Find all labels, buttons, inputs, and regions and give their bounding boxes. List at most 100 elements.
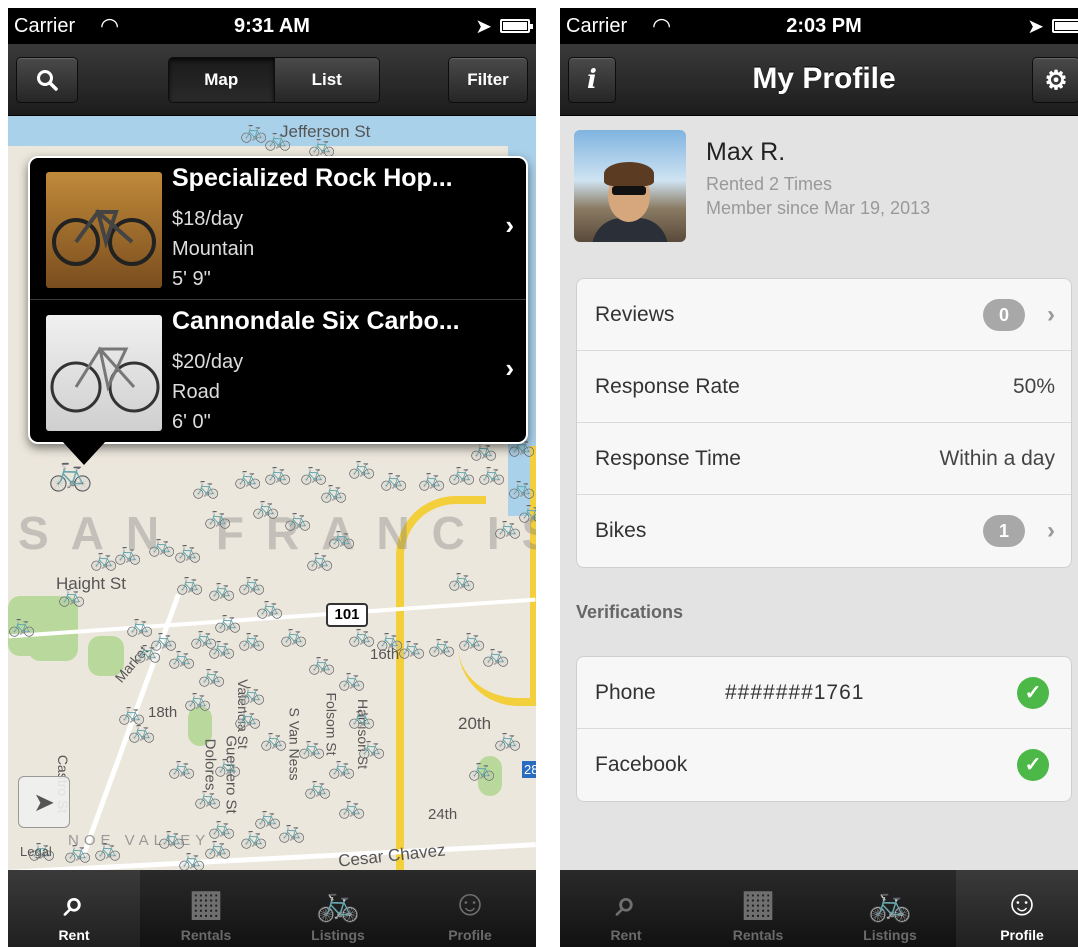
bike-pin[interactable]: 🚲 xyxy=(418,468,445,490)
settings-button[interactable]: ⚙ xyxy=(1032,57,1078,103)
bike-pin[interactable]: 🚲 xyxy=(252,496,279,518)
bike-pin[interactable]: 🚲 xyxy=(234,706,261,728)
filter-button[interactable]: Filter xyxy=(448,57,528,103)
bike-title: Specialized Rock Hop... xyxy=(172,164,453,192)
bike-pin[interactable]: 🚲 xyxy=(508,476,535,498)
bike-pin[interactable]: 🚲 xyxy=(380,468,407,490)
tab-profile[interactable]: ☺ Profile xyxy=(956,870,1078,947)
bike-pin[interactable]: 🚲 xyxy=(284,508,311,530)
response-time-row: Response Time Within a day xyxy=(577,423,1071,495)
bike-pin[interactable]: 🚲 xyxy=(448,462,475,484)
bike-pin[interactable]: 🚲 xyxy=(148,534,175,556)
bike-pin[interactable]: 🚲 xyxy=(428,634,455,656)
bike-pin[interactable]: 🚲 xyxy=(128,720,155,742)
bike-pin[interactable]: 🚲 xyxy=(64,840,91,862)
bike-pin[interactable]: 🚲 xyxy=(256,596,283,618)
bike-pin[interactable]: 🚲 xyxy=(478,462,505,484)
bike-pin[interactable]: 🚲 xyxy=(482,644,509,666)
bike-pin[interactable]: 🚲 xyxy=(178,848,205,870)
bike-pin[interactable]: 🚲 xyxy=(184,688,211,710)
bike-pin[interactable]: 🚲 xyxy=(338,796,365,818)
tab-profile[interactable]: ☺ Profile xyxy=(404,870,536,947)
bike-pin[interactable]: 🚲 xyxy=(204,506,231,528)
tab-map[interactable]: Map xyxy=(169,58,274,102)
tab-rent[interactable]: ⌕ Rent xyxy=(8,870,140,947)
bike-pin[interactable]: 🚲 xyxy=(168,756,195,778)
street-label-20th: 20th xyxy=(458,714,492,733)
bike-pin[interactable]: 🚲 xyxy=(448,568,475,590)
bike-pin[interactable]: 🚲 xyxy=(204,836,231,858)
bike-pin[interactable]: 🚲 xyxy=(158,826,185,848)
bike-pin[interactable]: 🚲 xyxy=(308,652,335,674)
bike-pin[interactable]: 🚲 xyxy=(494,516,521,538)
phone-label: Phone xyxy=(595,681,656,704)
search-button[interactable] xyxy=(16,57,78,103)
bike-pin[interactable]: 🚲 xyxy=(238,628,265,650)
bike-pin[interactable]: 🚲 xyxy=(348,456,375,478)
tab-listings[interactable]: 🚲 Listings xyxy=(272,870,404,947)
bike-pin[interactable]: 🚲 xyxy=(238,682,265,704)
map-legal-link[interactable]: Legal xyxy=(20,844,52,859)
bike-pin[interactable]: 🚲 xyxy=(194,786,221,808)
current-location-button[interactable]: ➤ xyxy=(18,776,70,828)
person-icon: ☺ xyxy=(451,882,489,923)
bike-pin[interactable]: 🚲 xyxy=(280,624,307,646)
map-view[interactable]: SAN FRANCISCO Jefferson St Haight St 101… xyxy=(8,116,536,870)
reviews-row[interactable]: Reviews 0 › xyxy=(577,279,1071,351)
bike-pin[interactable]: 🚲 xyxy=(176,572,203,594)
avatar xyxy=(574,130,686,242)
bike-pin[interactable]: 🚲 xyxy=(8,614,35,636)
tab-label: Rent xyxy=(610,927,642,943)
bike-pin[interactable]: 🚲 xyxy=(264,128,291,150)
response-time-value: Within a day xyxy=(939,447,1055,470)
callout-item[interactable]: Specialized Rock Hop... $18/day Mountain… xyxy=(30,158,526,300)
bike-pin[interactable]: 🚲 xyxy=(94,838,121,860)
bike-pin[interactable]: 🚲 xyxy=(168,646,195,668)
bike-pin[interactable]: 🚲 xyxy=(398,636,425,658)
tab-rentals[interactable]: ▦ Rentals xyxy=(692,870,824,947)
bikes-row[interactable]: Bikes 1 › xyxy=(577,495,1071,567)
bike-pin[interactable]: 🚲 xyxy=(264,462,291,484)
bike-pin[interactable]: 🚲 xyxy=(304,776,331,798)
bike-pin[interactable]: 🚲 xyxy=(214,754,241,776)
tab-rent[interactable]: ⌕ Rent xyxy=(560,870,692,947)
bike-pin[interactable]: 🚲 xyxy=(306,548,333,570)
callout-item[interactable]: Cannondale Six Carbo... $20/day Road 6' … xyxy=(30,301,526,443)
bike-pin[interactable]: 🚲 xyxy=(328,756,355,778)
bike-pin[interactable]: 🚲 xyxy=(468,758,495,780)
bike-pin[interactable]: 🚲 xyxy=(208,578,235,600)
bike-pin[interactable]: 🚲 xyxy=(260,728,287,750)
bike-pin[interactable]: 🚲 xyxy=(198,664,225,686)
facebook-label: Facebook xyxy=(595,753,688,776)
avatar-sunglasses xyxy=(612,186,646,195)
bike-pin[interactable]: 🚲 xyxy=(134,640,161,662)
tab-list[interactable]: List xyxy=(273,58,379,102)
bike-pin[interactable]: 🚲 xyxy=(240,826,267,848)
bike-pin[interactable]: 🚲 xyxy=(494,728,521,750)
page-title: My Profile xyxy=(752,62,896,95)
bike-pin[interactable]: 🚲 xyxy=(308,134,335,156)
bikes-label: Bikes xyxy=(595,519,647,542)
bike-size: 5' 9" xyxy=(172,268,211,290)
bike-pin[interactable]: 🚲 xyxy=(358,736,385,758)
bike-pin[interactable]: 🚲 xyxy=(298,736,325,758)
verifications-group: Phone #######1761 ✓ Facebook ✓ xyxy=(576,656,1072,802)
bike-pin[interactable]: 🚲 xyxy=(348,706,375,728)
bike-pin[interactable]: 🚲 xyxy=(114,542,141,564)
tab-rentals[interactable]: ▦ Rentals xyxy=(140,870,272,947)
bike-pin[interactable]: 🚲 xyxy=(338,668,365,690)
bike-pin[interactable]: 🚲 xyxy=(278,820,305,842)
bike-pin[interactable]: 🚲 xyxy=(238,572,265,594)
bike-pin[interactable]: 🚲 xyxy=(328,526,355,548)
bike-pin[interactable]: 🚲 xyxy=(208,636,235,658)
bike-pin[interactable]: 🚲 xyxy=(90,548,117,570)
bike-pin[interactable]: 🚲 xyxy=(192,476,219,498)
bike-pin[interactable]: 🚲 xyxy=(58,584,85,606)
bike-pin[interactable]: 🚲 xyxy=(348,624,375,646)
bike-pin[interactable]: 🚲 xyxy=(300,462,327,484)
bike-pin[interactable]: 🚲 xyxy=(234,466,261,488)
location-arrow-icon: ➤ xyxy=(475,16,492,38)
bike-pin[interactable]: 🚲 xyxy=(174,540,201,562)
tab-listings[interactable]: 🚲 Listings xyxy=(824,870,956,947)
clock: 2:03 PM xyxy=(786,15,862,37)
